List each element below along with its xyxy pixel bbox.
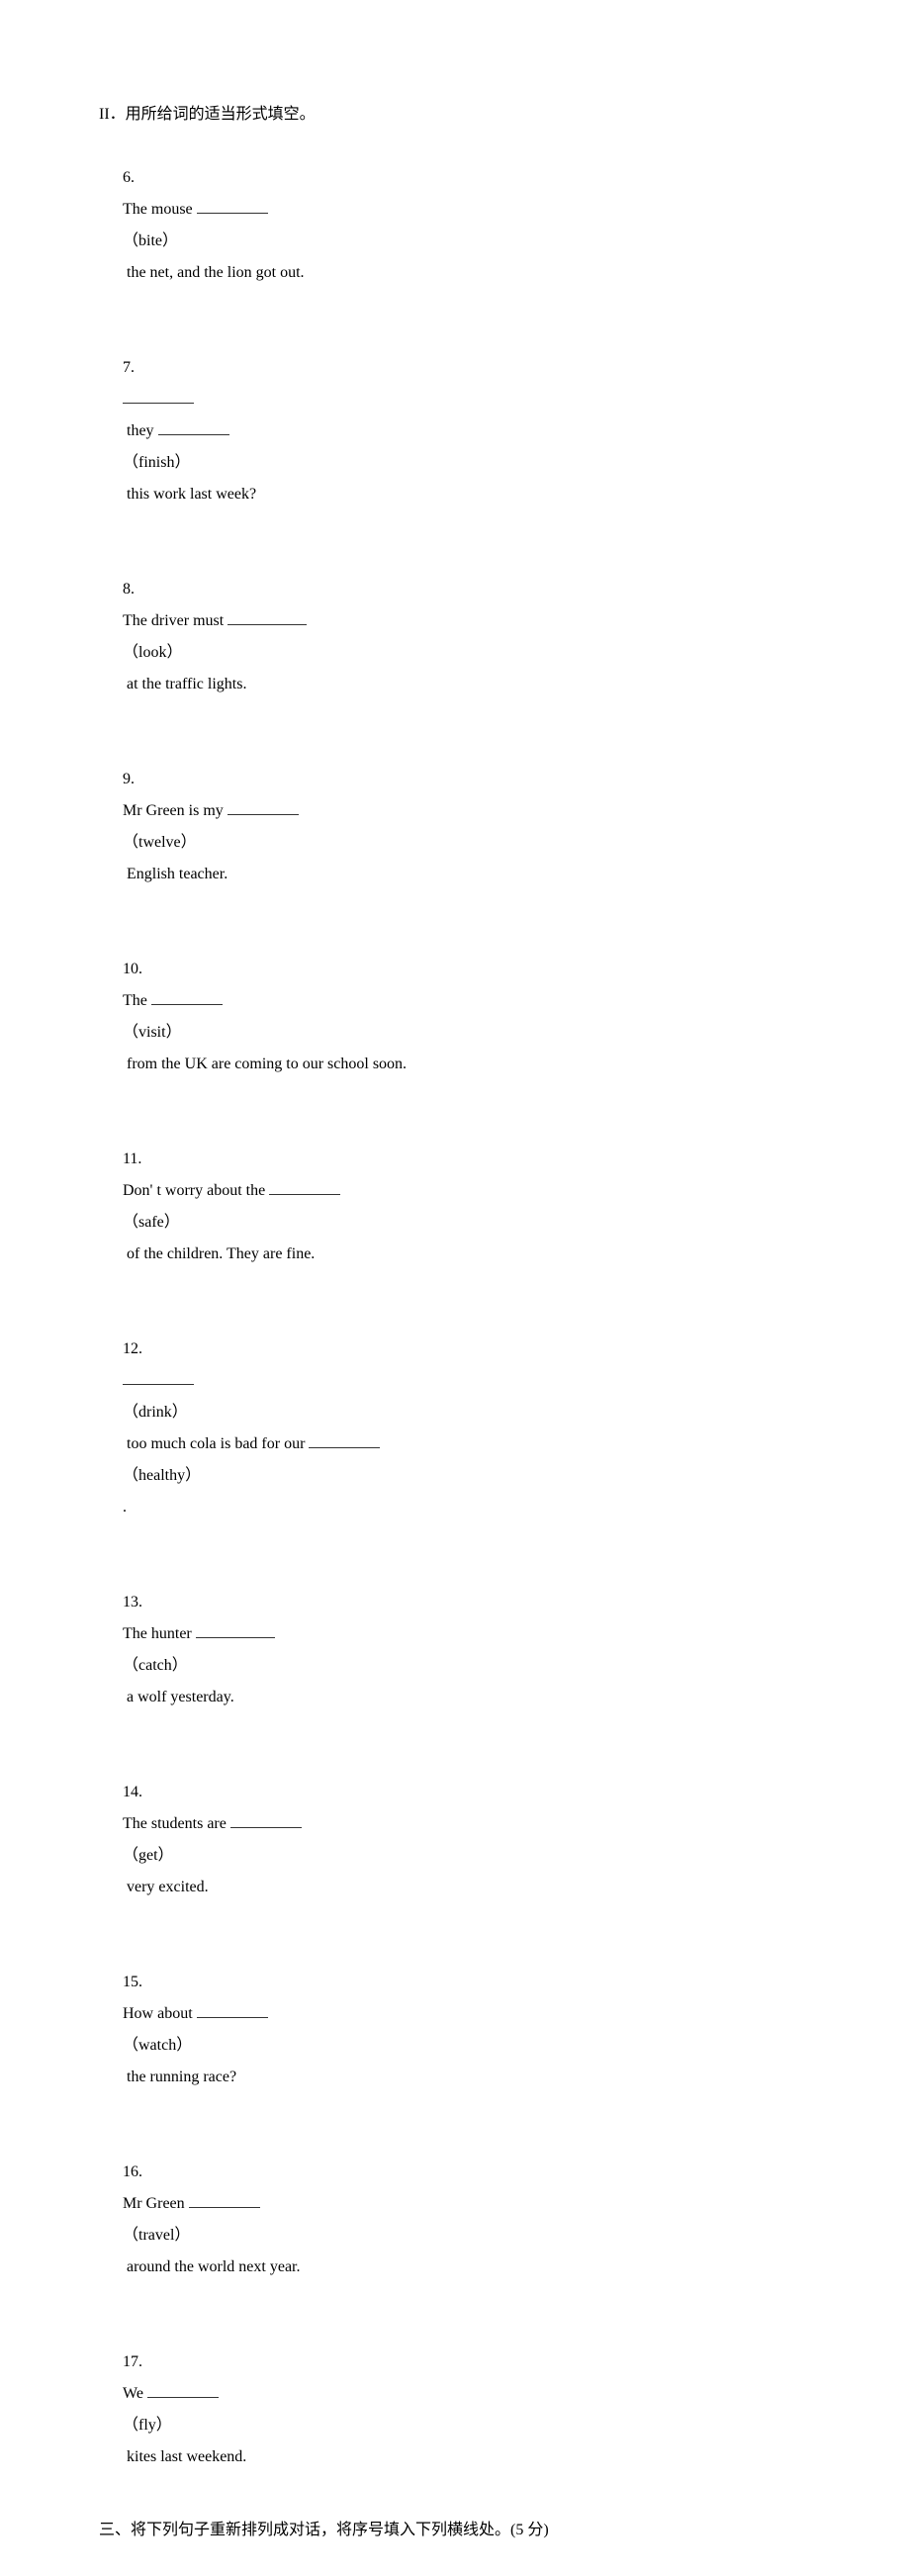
q11: 11. Don' t worry about the （safe） of the… [99,1112,811,1302]
hint: （look） [123,644,182,661]
hint: （twelve） [123,834,197,851]
blank-input[interactable] [269,1178,340,1195]
blank-input[interactable] [309,1431,380,1448]
q-text: The driver must [123,612,228,629]
hint: （finish） [123,454,190,471]
q-text: Mr Green is my [123,802,228,819]
q-text: from the UK are coming to our school soo… [123,1056,407,1072]
q14: 14. The students are （get） very excited. [99,1745,811,1935]
q-num: 8 [123,581,131,598]
blank-input[interactable] [151,988,223,1005]
hint: （healthy） [123,1467,201,1484]
q-text: How about [123,2005,197,2022]
blank-input[interactable] [197,197,268,214]
blank-input[interactable] [189,2191,260,2208]
q-num: 14 [123,1784,138,1800]
blank-input[interactable] [147,2381,219,2398]
group-1: 1. A. I' ll go to my uncle' s farm. B. I… [99,2546,811,2576]
q-text: . [123,1499,127,1516]
hint: （safe） [123,1214,180,1231]
q-text: very excited. [123,1879,209,1895]
blank-input[interactable] [228,798,299,815]
blank-input[interactable] [196,1621,275,1638]
q12: 12. （drink） too much cola is bad for our… [99,1302,811,1555]
hint: （catch） [123,1657,188,1674]
hint: （watch） [123,2037,192,2054]
q-text: the net, and the lion got out. [123,264,305,281]
q-text: of the children. They are fine. [123,1245,315,1262]
q-text: the running race? [123,2069,236,2085]
q13: 13. The hunter （catch） a wolf yesterday. [99,1555,811,1745]
q-num: 16 [123,2163,138,2180]
q-text: The students are [123,1815,230,1832]
q-text: kites last weekend. [123,2448,246,2465]
q-text: a wolf yesterday. [123,1689,234,1705]
q-text: they [123,422,158,439]
q-text: around the world next year. [123,2258,301,2275]
q-text: We [123,2385,147,2402]
q-text: Mr Green [123,2195,189,2212]
hint: （drink） [123,1404,188,1421]
q9: 9. Mr Green is my （twelve） English teach… [99,732,811,922]
q-num: 9 [123,771,131,787]
q-text: The [123,992,151,1009]
q8: 8. The driver must （look） at the traffic… [99,542,811,732]
q-text: The hunter [123,1625,196,1642]
hint: （bite） [123,232,178,249]
q-text: at the traffic lights. [123,676,246,692]
q-num: 17 [123,2353,138,2370]
q-num: 10 [123,961,138,977]
q-num: 6 [123,169,131,186]
blank-input[interactable] [230,1811,302,1828]
q-num: 7 [123,359,131,376]
q-num: 11 [123,1150,137,1167]
q16: 16. Mr Green （travel） around the world n… [99,2125,811,2315]
q-text: English teacher. [123,866,228,882]
q-num: 15 [123,1974,138,1990]
blank-input[interactable] [158,418,229,435]
hint: （travel） [123,2227,190,2244]
q7: 7. they （finish） this work last week? [99,321,811,542]
section-2-title: II．用所给词的适当形式填空。 [99,99,811,131]
section-2-list: 6. The mouse （bite） the net, and the lio… [99,131,811,2505]
q-text: Don' t worry about the [123,1182,269,1199]
hint: （get） [123,1847,174,1864]
blank-input[interactable] [228,608,307,625]
section-3-title: 三、将下列句子重新排列成对话，将序号填入下列横线处。(5 分) [99,2515,811,2546]
blank-input[interactable] [123,1368,194,1385]
q-text: The mouse [123,201,197,218]
q-text: too much cola is bad for our [123,1435,309,1452]
q15: 15. How about （watch） the running race? [99,1935,811,2125]
hint: （visit） [123,1024,182,1041]
q-text: this work last week? [123,486,256,503]
blank-input[interactable] [197,2001,268,2018]
q-num: 12 [123,1340,138,1357]
q-num: 13 [123,1594,138,1610]
blank-input[interactable] [123,387,194,404]
q17: 17. We （fly） kites last weekend. [99,2315,811,2505]
q10: 10. The （visit） from the UK are coming t… [99,922,811,1112]
hint: （fly） [123,2417,172,2434]
q6: 6. The mouse （bite） the net, and the lio… [99,131,811,321]
